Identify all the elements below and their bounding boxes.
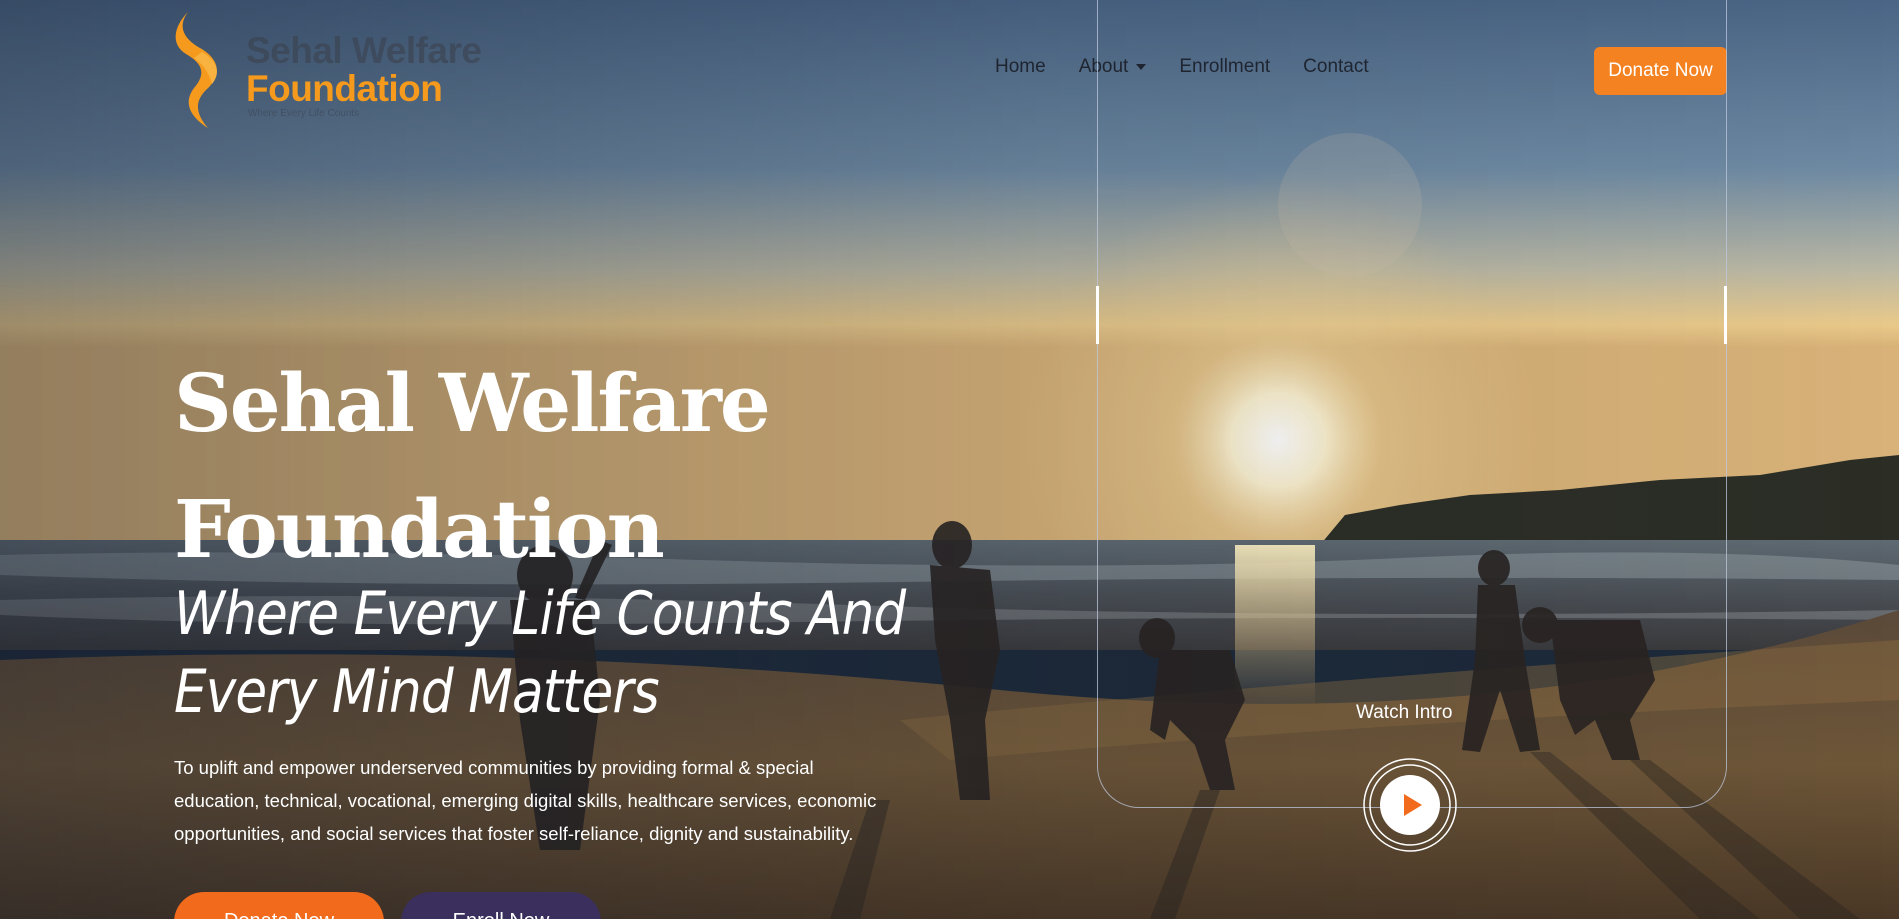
watch-intro-label[interactable]: Watch Intro — [1356, 702, 1452, 724]
video-frame — [1097, 0, 1727, 808]
frame-tick-left — [1096, 286, 1099, 344]
flame-logo-icon — [175, 12, 217, 128]
hero-donate-button[interactable]: Donate Now — [174, 892, 384, 919]
hero-title-line2: Foundation — [174, 482, 665, 576]
hero-description-line3: opportunities, and social services that … — [174, 823, 854, 844]
site-logo[interactable]: Sehal Welfare Foundation Where Every Lif… — [172, 10, 512, 130]
logo-title-line1: Sehal Welfare — [246, 30, 482, 71]
frame-tick-right — [1724, 286, 1727, 344]
logo-tagline: Where Every Life Counts — [248, 108, 360, 119]
play-icon — [1363, 758, 1457, 852]
logo-title-line2: Foundation — [246, 68, 443, 109]
hero-description: To uplift and empower underserved commun… — [174, 751, 954, 850]
hero-subtitle-line1: Where Every Life Counts And — [174, 579, 906, 649]
hero-description-line1: To uplift and empower underserved commun… — [174, 757, 814, 778]
hero-subtitle: Where Every Life Counts And Every Mind M… — [174, 575, 948, 731]
nav-item-home[interactable]: Home — [995, 56, 1046, 78]
hero-enroll-button[interactable]: Enroll Now — [401, 892, 601, 919]
hero-title: Sehal Welfare Foundation — [174, 340, 894, 592]
hero-description-line2: education, technical, vocational, emergi… — [174, 790, 877, 811]
hero-title-line1: Sehal Welfare — [174, 356, 771, 450]
hero-subtitle-line2: Every Mind Matters — [174, 657, 660, 727]
play-video-button[interactable] — [1362, 757, 1458, 853]
